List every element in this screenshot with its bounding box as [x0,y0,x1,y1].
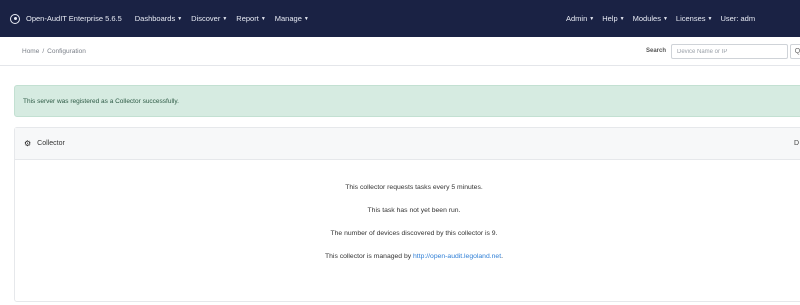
menu-help[interactable]: Help ▼ [602,14,624,23]
panel-title: Collector [37,140,65,147]
brand-title[interactable]: Open-AudIT Enterprise 5.6.5 [26,14,122,23]
search-label: Search [646,48,667,54]
collector-task-status-text: This task has not yet been run. [367,207,461,214]
collector-device-count-text: The number of devices discovered by this… [330,230,498,237]
panel-header: ⚙ Collector D [15,128,800,160]
search-icon[interactable]: Q [790,44,800,59]
menu-modules[interactable]: Modules ▼ [633,14,668,23]
caret-down-icon: ▼ [707,15,713,22]
collector-interval-text: This collector requests tasks every 5 mi… [345,184,483,191]
success-alert: This server was registered as a Collecto… [14,85,800,117]
caret-down-icon: ▼ [222,15,228,22]
caret-down-icon: ▼ [589,15,595,22]
caret-down-icon: ▼ [619,15,625,22]
user-menu: Admin ▼ Help ▼ Modules ▼ Licenses ▼ User: ad… [566,14,763,23]
managed-by-link[interactable]: http://open-audit.legoland.net [413,253,501,260]
menu-dashboards[interactable]: Dashboards ▼ [135,14,182,23]
menu-discover[interactable]: Discover ▼ [191,14,227,23]
top-navbar: Open-AudIT Enterprise 5.6.5 Dashboards ▼ … [0,0,800,37]
panel-header-action[interactable]: D [794,140,799,147]
caret-down-icon: ▼ [260,15,266,22]
caret-down-icon: ▼ [303,15,309,22]
breadcrumb-home[interactable]: Home [22,48,39,55]
alert-message: This server was registered as a Collecto… [23,97,179,105]
cogs-icon: ⚙ [24,139,32,148]
menu-manage[interactable]: Manage ▼ [275,14,309,23]
menu-report[interactable]: Report ▼ [236,14,265,23]
main-menu: Dashboards ▼ Discover ▼ Report ▼ Manage ▼ [135,14,318,23]
breadcrumb-bar: Home/Configuration Search Q [0,37,800,66]
breadcrumb: Home / Configuration [22,48,86,55]
caret-down-icon: ▼ [177,15,183,22]
menu-licenses[interactable]: Licenses ▼ [676,14,713,23]
breadcrumb-separator: / [42,47,45,55]
breadcrumb-current: Configuration [47,47,86,55]
menu-admin[interactable]: Admin ▼ [566,14,594,23]
caret-down-icon: ▼ [662,15,668,22]
open-audit-logo-icon[interactable] [10,13,20,24]
collector-panel: ⚙ Collector D This collector requests ta… [14,127,800,302]
collector-managed-by-text: This collector is managed by http://open… [325,253,503,260]
menu-user[interactable]: User: adm [720,14,755,23]
search-input[interactable] [671,44,788,59]
panel-body: This collector requests tasks every 5 mi… [15,176,800,268]
